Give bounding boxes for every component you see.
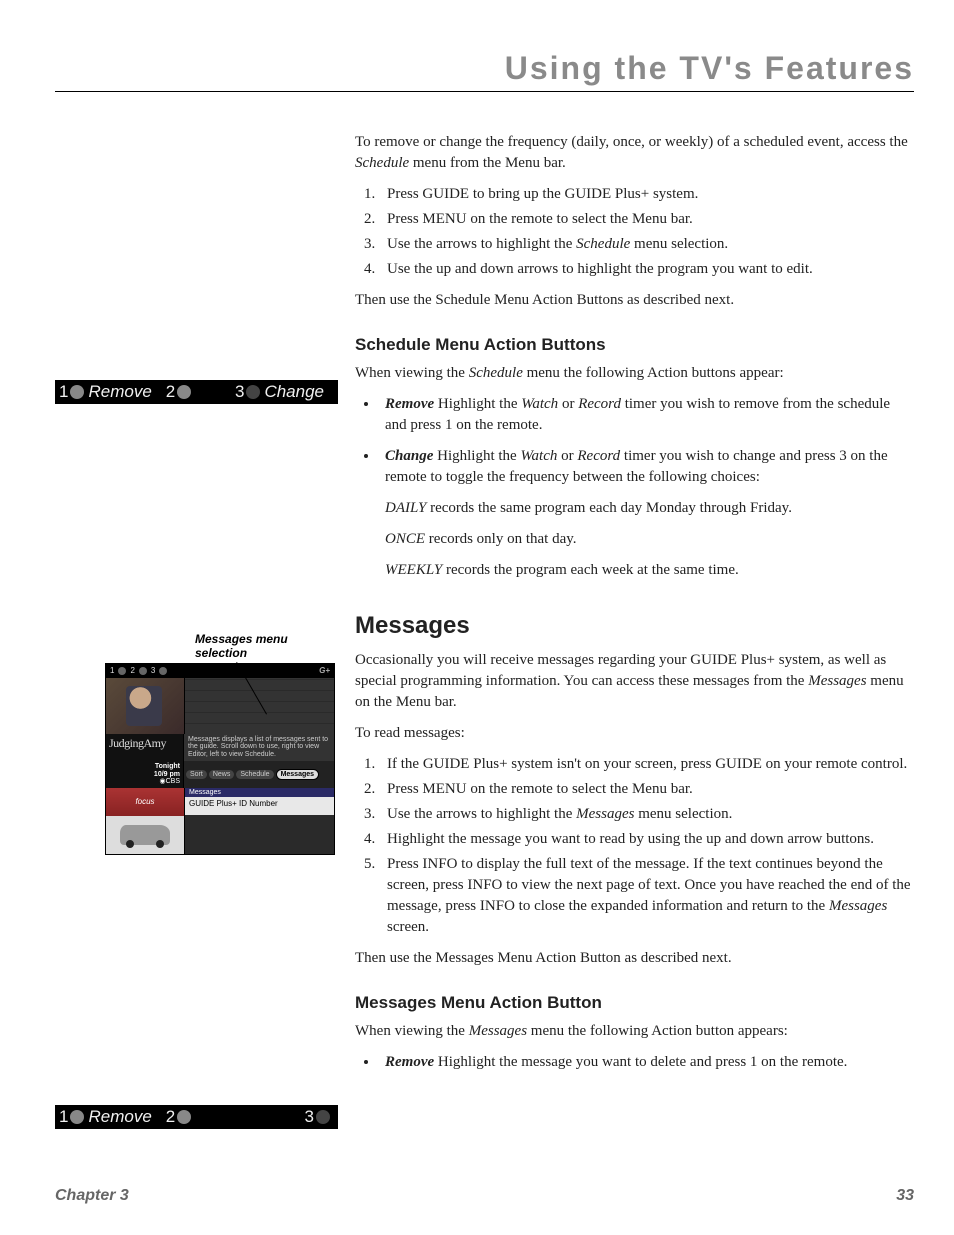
intro-steps: Press GUIDE to bring up the GUIDE Plus+ …: [355, 184, 914, 280]
message-list-item: GUIDE Plus+ ID Number: [185, 797, 334, 815]
footer-chapter: Chapter 3: [55, 1187, 129, 1205]
button-dot-icon: [316, 1110, 330, 1124]
tab-sort: Sort: [186, 770, 207, 779]
actionbar2-num3: 3: [305, 1107, 314, 1127]
step-item: Use the up and down arrows to highlight …: [379, 259, 914, 280]
show-time-2: 10/9 pm: [109, 771, 180, 779]
messages-steps: If the GUIDE Plus+ system isn't on your …: [355, 754, 914, 938]
fig-bar-n2: 2: [130, 666, 134, 675]
messages-description: Messages displays a list of messages sen…: [184, 734, 334, 761]
show-title: JudgingAmy: [109, 736, 180, 751]
step-item: Use the arrows to highlight the Schedule…: [379, 234, 914, 255]
fig-bar-n3: 3: [151, 666, 155, 675]
actionbar1-label1: Remove: [88, 382, 151, 402]
tab-schedule: Schedule: [236, 770, 273, 779]
step-item: Press INFO to display the full text of t…: [379, 854, 914, 938]
step-item: Highlight the message you want to read b…: [379, 829, 914, 850]
step-item: Use the arrows to highlight the Messages…: [379, 804, 914, 825]
button-dot-icon: [70, 385, 84, 399]
ad-panel-2: [106, 816, 185, 854]
messages-heading: Messages: [355, 609, 914, 643]
step-item: If the GUIDE Plus+ system isn't on your …: [379, 754, 914, 775]
messages-action-intro: When viewing the Messages menu the follo…: [355, 1021, 914, 1042]
show-time-1: Tonight: [109, 763, 180, 771]
figure-caption: Messages menu selection: [195, 632, 335, 661]
then-text: Then use the Schedule Menu Action Button…: [355, 290, 914, 311]
tab-news: News: [209, 770, 235, 779]
actionbar2-num1: 1: [59, 1107, 68, 1127]
actionbar1-num3: 3: [235, 382, 244, 402]
button-dot-icon: [177, 385, 191, 399]
fig-bar-n1: 1: [110, 666, 114, 675]
bullet-remove: Remove Highlight the Watch or Record tim…: [379, 394, 914, 436]
actionbar1-num2: 2: [166, 382, 175, 402]
messages-bar: Messages: [185, 788, 334, 797]
schedule-action-intro: When viewing the Schedule menu the follo…: [355, 363, 914, 384]
messages-screenshot-figure: Messages menu selection 1 2 3 G+: [55, 632, 335, 855]
to-read-messages: To read messages:: [355, 723, 914, 744]
step-item: Press GUIDE to bring up the GUIDE Plus+ …: [379, 184, 914, 205]
footer-page-number: 33: [896, 1187, 914, 1205]
intro-paragraph: To remove or change the frequency (daily…: [355, 132, 914, 174]
pip-video-thumbnail: [106, 678, 185, 734]
schedule-action-heading: Schedule Menu Action Buttons: [355, 333, 914, 357]
show-network: ◉CBS: [109, 778, 180, 786]
tab-messages: Messages: [276, 769, 319, 780]
ad-panel-1: focus: [106, 788, 185, 816]
schedule-action-bar-figure: 1 Remove 2 3 Change: [55, 380, 338, 404]
actionbar1-label3: Change: [264, 382, 324, 402]
button-dot-icon: [118, 667, 126, 675]
step-item: Press MENU on the remote to select the M…: [379, 779, 914, 800]
messages-action-bar-figure: 1 Remove 2 3: [55, 1105, 338, 1129]
button-dot-icon: [246, 385, 260, 399]
button-dot-icon: [159, 667, 167, 675]
page-header-title: Using the TV's Features: [55, 50, 914, 92]
then-text-2: Then use the Messages Menu Action Button…: [355, 948, 914, 969]
button-dot-icon: [70, 1110, 84, 1124]
messages-action-heading: Messages Menu Action Button: [355, 991, 914, 1015]
messages-intro: Occasionally you will receive messages r…: [355, 650, 914, 713]
bullet-remove-message: Remove Highlight the message you want to…: [379, 1052, 914, 1073]
step-item: Press MENU on the remote to select the M…: [379, 209, 914, 230]
actionbar2-label1: Remove: [88, 1107, 151, 1127]
actionbar2-num2: 2: [166, 1107, 175, 1127]
car-icon: [120, 825, 170, 845]
bullet-change: Change Highlight the Watch or Record tim…: [379, 446, 914, 581]
button-dot-icon: [139, 667, 147, 675]
guideplus-logo-icon: G+: [319, 666, 330, 675]
actionbar1-num1: 1: [59, 382, 68, 402]
button-dot-icon: [177, 1110, 191, 1124]
